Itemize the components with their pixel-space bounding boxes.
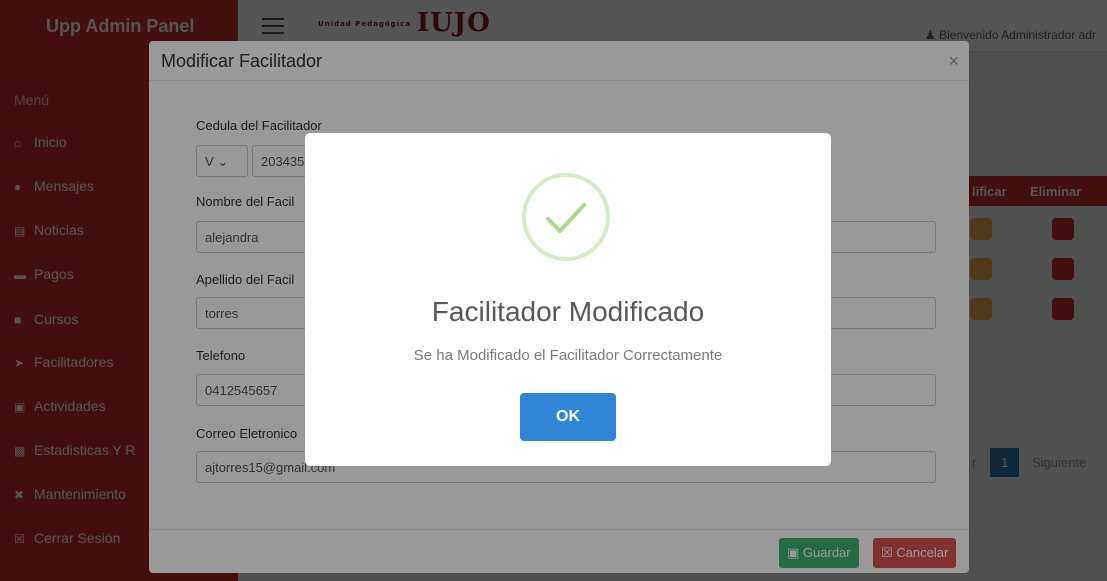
alert-title: Facilitador Modificado — [431, 296, 705, 327]
ok-button[interactable]: OK — [520, 393, 616, 441]
success-alert: Facilitador Modificado Se ha Modificado … — [305, 133, 831, 466]
checkmark-icon — [546, 203, 586, 233]
success-check-icon — [522, 173, 610, 261]
alert-text: Se ha Modificado el Facilitador Correcta… — [413, 347, 723, 364]
